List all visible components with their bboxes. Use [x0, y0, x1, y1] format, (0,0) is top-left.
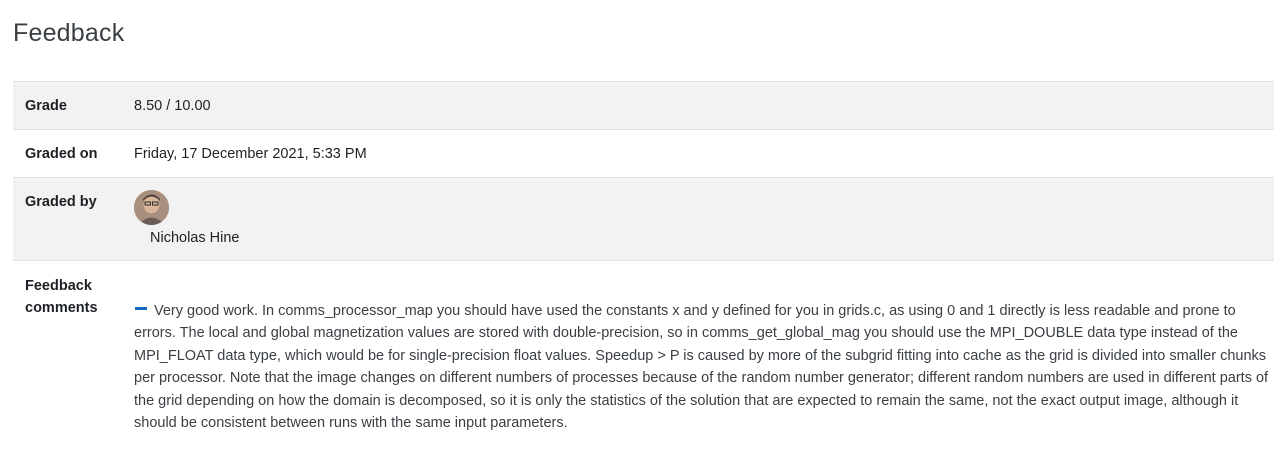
feedback-comments-label: Feedback comments	[13, 273, 122, 434]
graded-on-value: Friday, 17 December 2021, 5:33 PM	[134, 145, 367, 162]
collapse-minus-icon[interactable]	[134, 302, 148, 314]
graded-on-label: Graded on	[25, 145, 98, 162]
grader-name[interactable]: Nicholas Hine	[150, 227, 1274, 249]
grade-label: Grade	[25, 97, 67, 114]
feedback-comments-label-line2: comments	[25, 300, 98, 316]
grade-row: Grade 8.50 / 10.00	[13, 81, 1274, 129]
page-title: Feedback	[13, 19, 125, 47]
graded-by-label: Graded by	[25, 194, 97, 210]
user-avatar-icon[interactable]	[134, 190, 169, 225]
feedback-comments-text: Very good work. In comms_processor_map y…	[134, 303, 1269, 432]
grader-info: Nicholas Hine	[122, 178, 1274, 260]
graded-on-row: Graded on Friday, 17 December 2021, 5:33…	[13, 129, 1274, 177]
feedback-comments-text-container: Very good work. In comms_processor_map y…	[122, 273, 1274, 434]
feedback-table: Grade 8.50 / 10.00 Graded on Friday, 17 …	[13, 81, 1274, 444]
graded-by-row: Graded by Nicholas Hine	[13, 177, 1274, 260]
feedback-comments-row: Feedback comments Very good work. In com…	[13, 260, 1274, 444]
grade-value: 8.50 / 10.00	[134, 97, 211, 114]
feedback-comments-label-line1: Feedback	[25, 278, 92, 294]
